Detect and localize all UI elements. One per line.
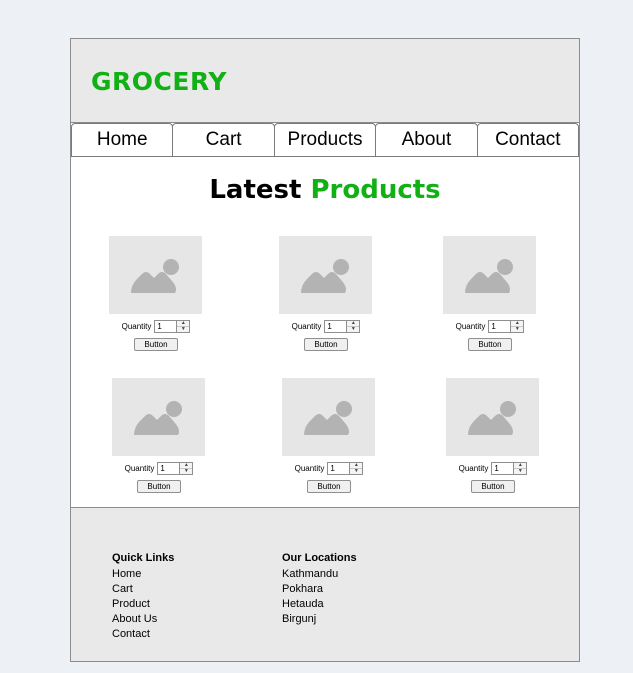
stepper-down-icon[interactable]: ▼	[514, 467, 527, 474]
section-title: Latest Products	[71, 175, 579, 205]
image-placeholder-icon	[446, 378, 539, 456]
quick-links-column: Quick Links Home Cart Product About Us C…	[112, 552, 174, 642]
image-placeholder-icon	[282, 378, 375, 456]
quantity-stepper[interactable]: 1 ▲ ▼	[324, 319, 361, 333]
product-card: Quantity 1 ▲ ▼ Button	[443, 236, 537, 351]
image-placeholder-icon	[109, 236, 202, 314]
image-placeholder-icon	[443, 236, 536, 314]
footer-link-home[interactable]: Home	[112, 567, 174, 582]
quantity-value[interactable]: 1	[489, 321, 510, 332]
product-button[interactable]: Button	[304, 338, 348, 351]
locations-heading: Our Locations	[282, 552, 357, 564]
quantity-row: Quantity 1 ▲ ▼	[443, 319, 537, 333]
title-main: Latest	[209, 175, 311, 205]
quantity-label: Quantity	[291, 321, 322, 331]
location-kathmandu[interactable]: Kathmandu	[282, 567, 357, 582]
quantity-stepper[interactable]: 1 ▲ ▼	[154, 319, 191, 333]
quantity-label: Quantity	[294, 463, 325, 473]
footer-link-product[interactable]: Product	[112, 597, 174, 612]
product-card: Quantity 1 ▲ ▼ Button	[446, 378, 540, 493]
quantity-stepper[interactable]: 1 ▲ ▼	[488, 319, 525, 333]
location-pokhara[interactable]: Pokhara	[282, 582, 357, 597]
stepper-down-icon[interactable]: ▼	[511, 325, 524, 332]
footer-link-contact[interactable]: Contact	[112, 627, 174, 642]
quantity-label: Quantity	[458, 463, 489, 473]
product-card: Quantity 1 ▲ ▼ Button	[112, 378, 206, 493]
nav-about-tab[interactable]: About	[375, 123, 478, 157]
quantity-stepper[interactable]: 1 ▲ ▼	[327, 461, 364, 475]
product-button[interactable]: Button	[307, 480, 351, 493]
location-hetauda[interactable]: Hetauda	[282, 597, 357, 612]
quantity-label: Quantity	[455, 321, 486, 331]
product-button[interactable]: Button	[471, 480, 515, 493]
quantity-label: Quantity	[124, 463, 155, 473]
quantity-value[interactable]: 1	[492, 463, 513, 474]
stepper-down-icon[interactable]: ▼	[177, 325, 190, 332]
quantity-row: Quantity 1 ▲ ▼	[282, 461, 376, 475]
page-frame: GROCERY Home Cart Products About Contact…	[70, 38, 580, 662]
quantity-value[interactable]: 1	[325, 321, 346, 332]
nav-home-tab[interactable]: Home	[71, 123, 174, 157]
stepper-down-icon[interactable]: ▼	[350, 467, 363, 474]
quantity-row: Quantity 1 ▲ ▼	[446, 461, 540, 475]
quantity-row: Quantity 1 ▲ ▼	[112, 461, 206, 475]
footer-link-cart[interactable]: Cart	[112, 582, 174, 597]
quantity-stepper[interactable]: 1 ▲ ▼	[157, 461, 194, 475]
quantity-stepper[interactable]: 1 ▲ ▼	[491, 461, 528, 475]
quantity-label: Quantity	[121, 321, 152, 331]
quantity-row: Quantity 1 ▲ ▼	[109, 319, 203, 333]
product-card: Quantity 1 ▲ ▼ Button	[282, 378, 376, 493]
nav-cart-tab[interactable]: Cart	[172, 123, 275, 157]
nav-contact-tab[interactable]: Contact	[476, 123, 580, 157]
location-birgunj[interactable]: Birgunj	[282, 612, 357, 627]
quick-links-heading: Quick Links	[112, 552, 175, 564]
title-accent: Products	[310, 175, 441, 205]
footer-link-about-us[interactable]: About Us	[112, 612, 174, 627]
product-button[interactable]: Button	[468, 338, 512, 351]
product-card: Quantity 1 ▲ ▼ Button	[109, 236, 203, 351]
stepper-down-icon[interactable]: ▼	[347, 325, 360, 332]
product-card: Quantity 1 ▲ ▼ Button	[279, 236, 373, 351]
product-button[interactable]: Button	[134, 338, 178, 351]
image-placeholder-icon	[112, 378, 205, 456]
site-logo[interactable]: GROCERY	[91, 67, 227, 96]
quantity-value[interactable]: 1	[158, 463, 179, 474]
stepper-down-icon[interactable]: ▼	[180, 467, 193, 474]
product-button[interactable]: Button	[137, 480, 181, 493]
footer: Quick Links Home Cart Product About Us C…	[71, 507, 579, 661]
nav-products-tab[interactable]: Products	[273, 123, 377, 157]
image-placeholder-icon	[279, 236, 372, 314]
quantity-row: Quantity 1 ▲ ▼	[279, 319, 373, 333]
quantity-value[interactable]: 1	[155, 321, 176, 332]
main-nav: Home Cart Products About Contact	[71, 123, 580, 157]
locations-column: Our Locations Kathmandu Pokhara Hetauda …	[282, 552, 357, 627]
quantity-value[interactable]: 1	[328, 463, 349, 474]
header: GROCERY	[71, 39, 579, 123]
